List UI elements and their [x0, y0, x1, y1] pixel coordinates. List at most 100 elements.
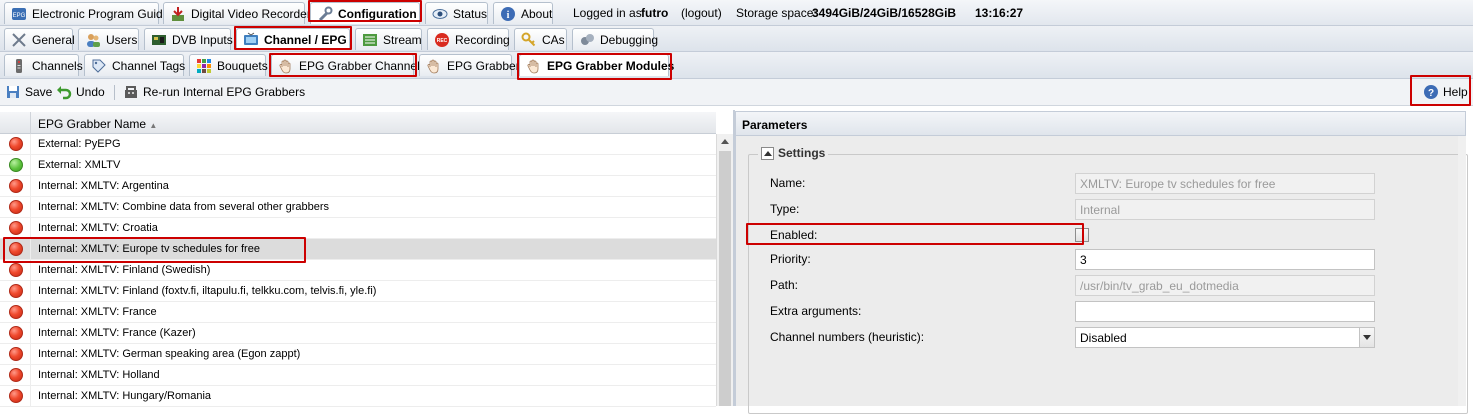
logout-link[interactable]: (logout)	[681, 6, 722, 20]
disabled-status-icon	[9, 137, 23, 151]
tab-epg-grabber[interactable]: EPG Grabber	[419, 54, 520, 76]
table-row[interactable]: Internal: XMLTV: Argentina	[0, 176, 716, 197]
enabled-label: Enabled:	[770, 228, 818, 242]
tab-electronic-program-guide[interactable]: EPG Electronic Program Guide	[4, 2, 169, 24]
table-row[interactable]: Internal: XMLTV: Europe tv schedules for…	[0, 239, 716, 260]
username: futro	[641, 6, 669, 20]
extra-arguments-field[interactable]	[1075, 301, 1375, 322]
tab-bouquets[interactable]: Bouquets	[189, 54, 268, 76]
parameters-title: Parameters	[735, 111, 1466, 136]
grabber-hand-icon	[527, 59, 539, 73]
tab-label: DVB Inputs	[172, 32, 233, 47]
tab-status[interactable]: Status	[425, 2, 488, 24]
rerun-internal-grabbers-button[interactable]: Re-run Internal EPG Grabbers	[123, 84, 305, 100]
bouquet-grid-icon	[197, 58, 211, 73]
tab-general[interactable]: General	[4, 28, 75, 50]
collapse-toggle-icon[interactable]	[761, 146, 774, 160]
save-button[interactable]: Save	[5, 84, 52, 100]
grabber-hand-icon	[279, 59, 291, 73]
svg-text:?: ?	[1428, 88, 1434, 99]
bug-icon	[581, 33, 594, 45]
tab-channels[interactable]: Channels	[4, 54, 83, 76]
tab-configuration[interactable]: Configuration	[310, 2, 420, 24]
chevron-down-icon[interactable]	[1359, 328, 1374, 347]
grabber-name: External: PyEPG	[38, 138, 121, 150]
disabled-status-icon	[9, 326, 23, 340]
disabled-status-icon	[9, 284, 23, 298]
disabled-status-icon	[9, 221, 23, 235]
tab-label: Stream	[383, 32, 422, 47]
epg-grabber-grid: EPG Grabber Name ▲ External: PyEPG Extern…	[0, 110, 734, 407]
tab-about[interactable]: i About	[493, 2, 553, 24]
table-row[interactable]: Internal: XMLTV: France (Kazer)	[0, 323, 716, 344]
scroll-up-icon[interactable]	[721, 139, 729, 144]
dvb-card-icon	[152, 34, 166, 45]
tab-label: Recording	[455, 32, 510, 47]
help-button[interactable]: ? Help	[1423, 84, 1468, 100]
grid-header: EPG Grabber Name ▲	[0, 112, 716, 134]
table-row[interactable]: Internal: XMLTV: Finland (foxtv.fi, ilta…	[0, 281, 716, 302]
tab-stream[interactable]: Stream	[355, 28, 422, 50]
vertical-scrollbar[interactable]	[716, 134, 733, 406]
tab-dvb-inputs[interactable]: DVB Inputs	[144, 28, 233, 50]
tab-label: Digital Video Recorder	[191, 6, 311, 21]
grabber-name: Internal: XMLTV: Holland	[38, 369, 160, 381]
grabber-name: Internal: XMLTV: Finland (foxtv.fi, ilta…	[38, 285, 377, 297]
table-row[interactable]: Internal: XMLTV: Holland	[0, 365, 716, 386]
table-row[interactable]: External: PyEPG	[0, 134, 716, 155]
storage-label: Storage space:	[736, 6, 817, 20]
channel-numbers-select[interactable]: Disabled	[1075, 327, 1375, 348]
tab-label: Bouquets	[217, 58, 268, 73]
tab-epg-grabber-channels[interactable]: EPG Grabber Channels	[271, 54, 426, 76]
tab-debugging[interactable]: Debugging	[572, 28, 658, 50]
column-header-grabber-name[interactable]: EPG Grabber Name ▲	[38, 117, 157, 131]
tab-channel-tags[interactable]: Channel Tags	[84, 54, 185, 76]
tag-icon	[92, 59, 106, 73]
enabled-status-icon	[9, 158, 23, 172]
parameters-body: Name: XMLTV: Europe tv schedules for fre…	[735, 136, 1468, 414]
remote-icon	[16, 58, 22, 73]
scrollbar-thumb[interactable]	[719, 151, 731, 406]
extra-arguments-label: Extra arguments:	[770, 304, 862, 318]
panel-scrollbar[interactable]	[1458, 136, 1466, 406]
tab-channel-epg[interactable]: Channel / EPG	[236, 28, 350, 50]
help-label: Help	[1443, 85, 1468, 99]
grabber-name: External: XMLTV	[38, 159, 121, 171]
settings-legend[interactable]: Settings	[758, 146, 829, 160]
disabled-status-icon	[9, 242, 23, 256]
tab-digital-video-recorder[interactable]: Digital Video Recorder	[163, 2, 311, 24]
column-header-label: EPG Grabber Name	[38, 117, 147, 131]
disabled-status-icon	[9, 389, 23, 403]
users-icon	[87, 33, 100, 47]
enabled-checkbox[interactable]	[1075, 228, 1089, 242]
tab-label: Electronic Program Guide	[32, 6, 170, 21]
undo-button[interactable]: Undo	[56, 84, 105, 100]
table-row[interactable]: Internal: XMLTV: Hungary/Romania	[0, 386, 716, 407]
priority-field[interactable]: 3	[1075, 249, 1375, 270]
tab-users[interactable]: Users	[78, 28, 139, 50]
tab-recording[interactable]: REC Recording	[427, 28, 510, 50]
grabber-name: Internal: XMLTV: Croatia	[38, 222, 158, 234]
grabber-name: Internal: XMLTV: Argentina	[38, 180, 169, 192]
dvr-download-icon	[172, 6, 184, 21]
disabled-status-icon	[9, 200, 23, 214]
epg-icon: EPG	[12, 7, 26, 20]
toolbar: Save Undo Re-run Internal EPG Grabbers ?…	[0, 79, 1473, 106]
table-row[interactable]: Internal: XMLTV: France	[0, 302, 716, 323]
help-icon: ?	[1424, 85, 1438, 99]
table-row[interactable]: External: XMLTV	[0, 155, 716, 176]
settings-legend-label: Settings	[778, 146, 826, 160]
rec-icon: REC	[435, 32, 449, 47]
grabber-hand-icon	[427, 59, 439, 73]
svg-text:EPG: EPG	[13, 13, 26, 19]
tab-label: Channel / EPG	[264, 32, 347, 47]
table-row[interactable]: Internal: XMLTV: German speaking area (E…	[0, 344, 716, 365]
tools-icon	[12, 32, 26, 47]
tab-cas[interactable]: CAs	[514, 28, 567, 50]
clock: 13:16:27	[975, 6, 1024, 20]
tab-epg-grabber-modules[interactable]: EPG Grabber Modules	[519, 54, 674, 76]
table-row[interactable]: Internal: XMLTV: Combine data from sever…	[0, 197, 716, 218]
info-icon: i	[501, 6, 515, 21]
table-row[interactable]: Internal: XMLTV: Croatia	[0, 218, 716, 239]
table-row[interactable]: Internal: XMLTV: Finland (Swedish)	[0, 260, 716, 281]
